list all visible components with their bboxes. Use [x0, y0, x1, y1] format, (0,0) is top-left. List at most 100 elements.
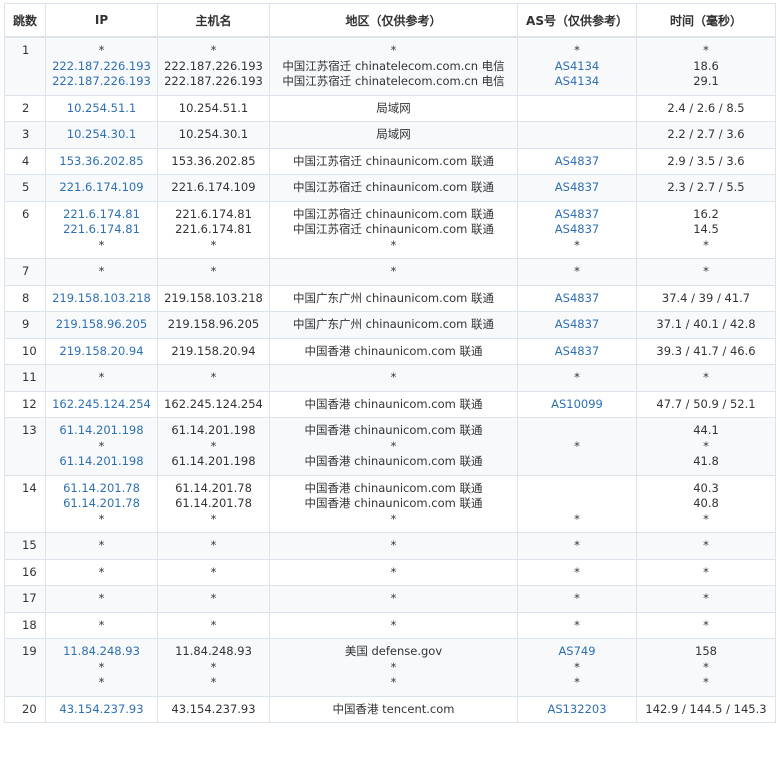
ip-link[interactable]: 219.158.96.205 — [48, 317, 155, 333]
ip-link[interactable]: 61.14.201.198 — [48, 423, 155, 439]
region-text: * — [390, 675, 397, 689]
ip-link[interactable]: 221.6.174.81 — [48, 222, 155, 238]
region-cell: * — [269, 258, 518, 286]
ip-link[interactable]: 221.6.174.81 — [48, 207, 155, 223]
ip-link[interactable]: 153.36.202.85 — [48, 154, 155, 170]
table-row: 15 * * * * * — [4, 532, 776, 560]
header-region: 地区（仅供参考） — [269, 3, 518, 38]
region-text: 中国广东广州 chinaunicom.com 联通 — [292, 290, 494, 305]
time-cell: * — [636, 532, 776, 560]
as-link[interactable]: AS4837 — [520, 291, 634, 307]
time-text: 2.3 / 2.7 / 5.5 — [667, 180, 745, 194]
as-text — [520, 454, 634, 470]
host-text: 221.6.174.81 — [175, 222, 252, 236]
region-cell: 中国江苏宿迁 chinaunicom.com 联通 — [269, 174, 518, 202]
hop-number: 15 — [4, 532, 46, 560]
region-text: 局域网 — [376, 100, 411, 115]
ip-link[interactable]: 222.187.226.193 — [48, 59, 155, 75]
header-hop: 跳数 — [4, 3, 46, 38]
ip-link[interactable]: 11.84.248.93 — [48, 644, 155, 660]
ip-link[interactable]: 219.158.103.218 — [48, 291, 155, 307]
time-text: * — [703, 564, 709, 579]
as-cell: * — [517, 585, 637, 613]
ip-link[interactable]: 219.158.20.94 — [48, 344, 155, 360]
ip-cell: * — [45, 611, 158, 639]
region-cell: 中国香港 chinaunicom.com 联通 中国香港 chinaunicom.… — [269, 474, 518, 533]
host-text: * — [210, 370, 217, 384]
as-link[interactable]: AS749 — [520, 644, 634, 660]
as-link[interactable]: AS4134 — [520, 59, 634, 75]
ip-link[interactable]: 222.187.226.193 — [48, 74, 155, 90]
host-text: * — [210, 43, 217, 57]
hop-number: 5 — [4, 174, 46, 202]
ip-text: * — [98, 370, 105, 384]
table-row: 20 43.154.237.93 43.154.237.93 中国香港 tencent… — [4, 695, 776, 723]
time-text: 29.1 — [693, 74, 719, 88]
region-text: 中国香港 chinaunicom.com 联通 — [304, 454, 483, 468]
ip-link[interactable]: 61.14.201.78 — [48, 481, 155, 497]
ip-text: * — [98, 264, 105, 278]
table-row: 1 * 222.187.226.193 222.187.226.193 * 222.187… — [4, 36, 776, 96]
as-text: * — [574, 564, 580, 579]
region-text: 中国香港 chinaunicom.com 联通 — [304, 343, 483, 358]
region-cell: 中国香港 chinaunicom.com 联通 — [269, 390, 518, 418]
as-link[interactable]: AS4837 — [520, 207, 634, 223]
as-cell: AS4837 — [517, 284, 637, 312]
as-link[interactable]: AS4837 — [520, 317, 634, 333]
time-cell: 39.3 / 41.7 / 46.6 — [636, 337, 776, 365]
table-row: 14 61.14.201.78 61.14.201.78 * 61.14.201.78 6… — [4, 474, 776, 533]
header-as: AS号（仅供参考） — [517, 3, 637, 38]
ip-link[interactable]: 10.254.30.1 — [48, 127, 155, 143]
as-cell: AS4837 — [517, 311, 637, 339]
as-link[interactable]: AS4134 — [520, 74, 634, 90]
time-text: * — [703, 511, 709, 526]
time-cell: * — [636, 558, 776, 586]
region-text: * — [390, 237, 397, 252]
time-cell: * — [636, 364, 776, 392]
region-text: 中国江苏宿迁 chinaunicom.com 联通 — [292, 153, 494, 168]
as-cell: AS4837 AS4837 * — [517, 200, 637, 259]
time-text: 47.7 / 50.9 / 52.1 — [656, 396, 756, 411]
as-link[interactable]: AS10099 — [520, 397, 634, 413]
ip-text: * — [98, 659, 105, 674]
ip-link[interactable]: 61.14.201.78 — [48, 496, 155, 512]
region-text: 中国江苏宿迁 chinaunicom.com 联通 — [292, 206, 494, 221]
region-text: 美国 defense.gov — [344, 644, 443, 658]
table-body: 1 * 222.187.226.193 222.187.226.193 * 222.187… — [4, 36, 776, 723]
region-text: * — [390, 370, 397, 384]
host-text: * — [210, 264, 217, 278]
host-text: 153.36.202.85 — [171, 153, 256, 168]
as-link[interactable]: AS4837 — [520, 180, 634, 196]
as-cell: * — [517, 258, 637, 286]
as-link[interactable]: AS4837 — [520, 154, 634, 170]
as-cell: * AS4134 AS4134 — [517, 36, 637, 96]
hop-number: 4 — [4, 147, 46, 175]
time-text: 2.4 / 2.6 / 8.5 — [667, 100, 745, 115]
region-cell: 局域网 — [269, 121, 518, 149]
ip-link[interactable]: 221.6.174.109 — [48, 180, 155, 196]
host-cell: 221.6.174.81 221.6.174.81 * — [157, 200, 270, 259]
as-link[interactable]: AS132203 — [520, 702, 634, 718]
table-row: 10 219.158.20.94 219.158.20.94 中国香港 chinaun… — [4, 337, 776, 365]
ip-link[interactable]: 43.154.237.93 — [48, 702, 155, 718]
ip-text: * — [98, 617, 105, 632]
ip-text: * — [98, 538, 105, 552]
time-cell: * 18.6 29.1 — [636, 36, 776, 96]
as-link[interactable]: AS4837 — [520, 344, 634, 360]
host-cell: 61.14.201.78 61.14.201.78 * — [157, 474, 270, 533]
time-cell: * — [636, 258, 776, 286]
ip-link[interactable]: 61.14.201.198 — [48, 454, 155, 470]
ip-link[interactable]: 162.245.124.254 — [48, 397, 155, 413]
as-text: * — [574, 438, 580, 453]
host-text: 219.158.20.94 — [171, 343, 256, 358]
time-cell: 37.4 / 39 / 41.7 — [636, 284, 776, 312]
hop-number: 11 — [4, 364, 46, 392]
as-text: * — [574, 264, 580, 278]
as-link[interactable]: AS4837 — [520, 222, 634, 238]
ip-link[interactable]: 10.254.51.1 — [48, 101, 155, 117]
host-cell: 43.154.237.93 — [157, 695, 270, 723]
region-cell: * — [269, 532, 518, 560]
host-text: * — [210, 438, 217, 453]
header-time: 时间（毫秒） — [636, 3, 776, 38]
time-cell: 2.2 / 2.7 / 3.6 — [636, 121, 776, 149]
